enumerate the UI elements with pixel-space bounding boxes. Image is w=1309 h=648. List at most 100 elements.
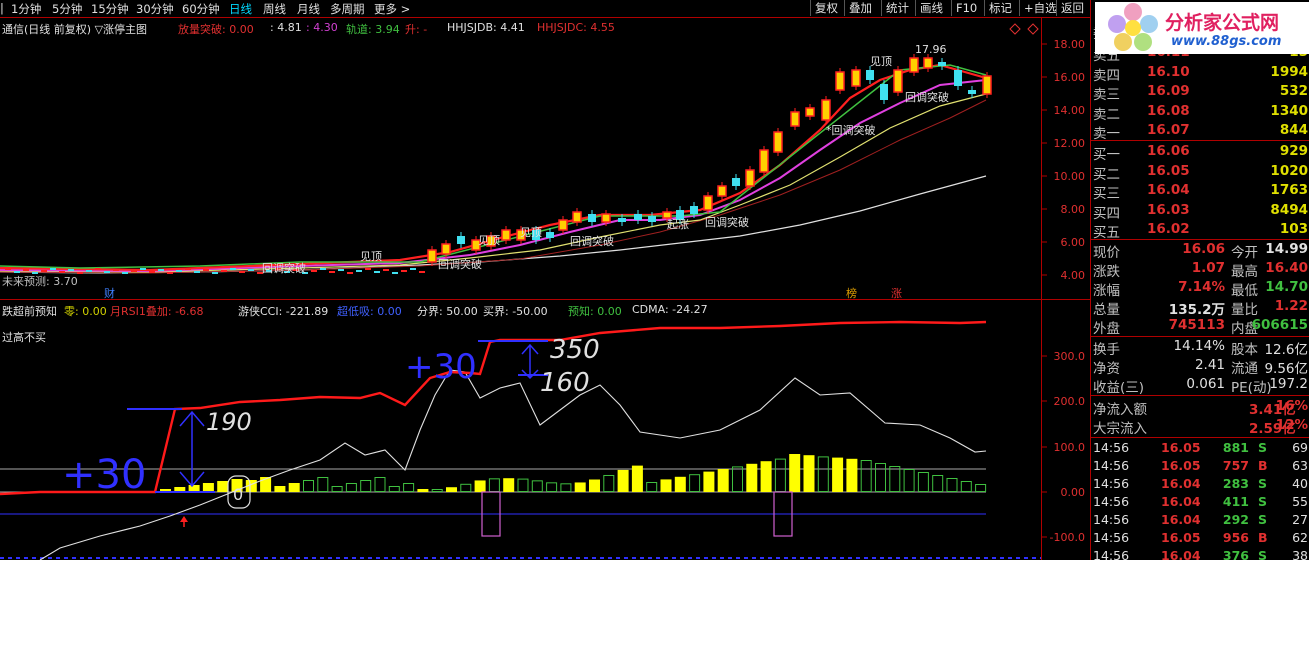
tick-volume: 881 bbox=[1222, 440, 1249, 455]
break-label-6: 回调突破 bbox=[262, 261, 306, 275]
chart-canvas[interactable]: 18.00 16.00 14.00 12.00 10.00 8.00 6.00 4.00 30… bbox=[0, 0, 1090, 560]
hist-bar-green bbox=[774, 458, 786, 493]
hist-bar-green bbox=[732, 466, 743, 492]
trading-screen: | 1分钟 5分钟 15分钟 30分钟 60分钟 日线 周线 月线 多周期 更多… bbox=[0, 0, 1309, 560]
hist-bar-green bbox=[917, 472, 929, 492]
hist-bar-yellow bbox=[760, 461, 772, 492]
ask-label: 卖三 bbox=[1093, 87, 1120, 103]
tick-volume: 956 bbox=[1222, 530, 1249, 545]
hist-bar-green bbox=[360, 480, 372, 492]
price-tick-label: 4.00 bbox=[1061, 269, 1086, 282]
stat-value-2: 606615 bbox=[1251, 317, 1308, 333]
candle-small bbox=[113, 269, 119, 271]
candle-small bbox=[5, 268, 11, 270]
ask-row[interactable]: 卖二 16.08 1340 bbox=[1091, 102, 1309, 123]
ask-row[interactable]: 卖四 16.10 1994 bbox=[1091, 64, 1309, 84]
hist-bar-green bbox=[903, 469, 915, 492]
quote-panel: 委 卖五 16.11 15 卖四 16.10 1994 卖三 16.09 532… bbox=[1090, 0, 1309, 560]
tick-row: 14:56 16.05 881 S 69 bbox=[1091, 440, 1309, 458]
hist-bar-yellow bbox=[202, 483, 214, 492]
tick-time: 14:56 bbox=[1093, 476, 1130, 491]
tick-row: 14:56 16.04 376 S 38 bbox=[1091, 548, 1309, 560]
tick-row: 14:56 16.05 757 B 63 bbox=[1091, 458, 1309, 476]
hist-bar-yellow bbox=[446, 487, 457, 492]
candle-small bbox=[383, 269, 389, 271]
hist-bar-yellow bbox=[789, 454, 801, 492]
bid-row[interactable]: 买三 16.04 1763 bbox=[1091, 182, 1309, 202]
fund-value-2: 197.2 bbox=[1269, 376, 1308, 392]
tick-volume: 757 bbox=[1222, 458, 1249, 473]
candle-up bbox=[851, 69, 861, 87]
ask-label: 卖一 bbox=[1093, 126, 1120, 142]
hist-bar-green bbox=[860, 460, 872, 492]
candle-down bbox=[938, 62, 946, 66]
ask-price: 16.07 bbox=[1147, 122, 1190, 138]
stat-label: 外盘 bbox=[1093, 321, 1120, 337]
candle-up bbox=[893, 69, 903, 93]
bid-volume: 103 bbox=[1279, 221, 1308, 237]
fund-value-2: 9.56亿 bbox=[1264, 361, 1308, 377]
tick-volume: 376 bbox=[1222, 548, 1249, 560]
tick-price: 16.05 bbox=[1161, 440, 1201, 455]
bid-label: 买二 bbox=[1093, 166, 1120, 183]
sub-tick-label: 300.0 bbox=[1054, 350, 1086, 363]
bid-row[interactable]: 买五 16.02 103 bbox=[1091, 221, 1309, 241]
candle-up bbox=[821, 99, 831, 121]
candle-up bbox=[805, 107, 815, 117]
candle-small bbox=[347, 272, 353, 274]
flower-logo-icon bbox=[1108, 3, 1158, 51]
hist-bar-green bbox=[975, 484, 987, 492]
candle-small bbox=[122, 272, 128, 274]
candle-small bbox=[374, 271, 380, 273]
hist-bar-yellow bbox=[589, 479, 600, 492]
candle-small bbox=[32, 272, 38, 274]
flow-pct: 16% bbox=[1275, 398, 1308, 414]
candle-small bbox=[59, 271, 65, 273]
ask-price: 16.09 bbox=[1147, 83, 1190, 99]
quote-divider bbox=[1091, 140, 1309, 141]
candle-small bbox=[158, 269, 164, 271]
candle-small bbox=[167, 272, 173, 274]
candle-small bbox=[320, 268, 326, 270]
candle-down bbox=[457, 236, 465, 244]
candle-small bbox=[410, 268, 416, 270]
tick-side: S bbox=[1258, 494, 1268, 509]
candle-small bbox=[401, 270, 407, 272]
hist-bar-green bbox=[517, 478, 529, 492]
hist-bar-green bbox=[431, 489, 443, 492]
price-tick-label: 8.00 bbox=[1061, 203, 1086, 216]
ask-volume: 1340 bbox=[1270, 102, 1308, 119]
price-tick-label: 6.00 bbox=[1061, 236, 1086, 249]
bid-volume: 1763 bbox=[1270, 182, 1308, 198]
tick-time: 14:56 bbox=[1093, 440, 1130, 455]
hist-bar-yellow bbox=[803, 455, 815, 492]
ask-row[interactable]: 卖三 16.09 532 bbox=[1091, 83, 1309, 103]
tick-count: 38 bbox=[1292, 548, 1308, 560]
stat-value-2: 16.40 bbox=[1265, 260, 1308, 276]
candle-down bbox=[880, 84, 888, 100]
hist-bar-green bbox=[317, 477, 329, 492]
candle-down bbox=[690, 206, 698, 214]
candle-small bbox=[365, 268, 371, 270]
bid-row[interactable]: 买二 16.05 1020 bbox=[1091, 163, 1309, 183]
candle-up bbox=[501, 229, 511, 241]
price-tick-label: 12.00 bbox=[1054, 137, 1086, 150]
bid-price: 16.02 bbox=[1147, 221, 1190, 237]
tick-count: 62 bbox=[1292, 530, 1308, 545]
tick-time: 14:56 bbox=[1093, 494, 1130, 509]
bid-row[interactable]: 买一 16.06 929 bbox=[1091, 143, 1309, 163]
break-label-1: 回调突破 bbox=[905, 90, 949, 104]
hist-bar-green bbox=[345, 483, 357, 492]
sub-axis-ticks: 300.0 200.0 100.0 0.00 -100.0 bbox=[1041, 350, 1085, 544]
stat-label: 涨跌 bbox=[1093, 264, 1120, 280]
bid-row[interactable]: 买四 16.03 8494 bbox=[1091, 202, 1309, 222]
stat-label-2: 最低 bbox=[1231, 283, 1258, 299]
sub-tick-label: -100.0 bbox=[1050, 531, 1085, 544]
tick-volume: 411 bbox=[1222, 494, 1249, 509]
flow-row: 大宗流入 2.59亿 12% bbox=[1091, 417, 1309, 437]
ask-row[interactable]: 卖一 16.07 844 bbox=[1091, 122, 1309, 142]
tick-row: 14:56 16.04 292 S 27 bbox=[1091, 512, 1309, 530]
ask-label: 卖四 bbox=[1093, 67, 1120, 84]
stat-row: 外盘 745113 内盘 606615 bbox=[1091, 317, 1309, 337]
top-label-3: 见顶 bbox=[520, 226, 542, 239]
